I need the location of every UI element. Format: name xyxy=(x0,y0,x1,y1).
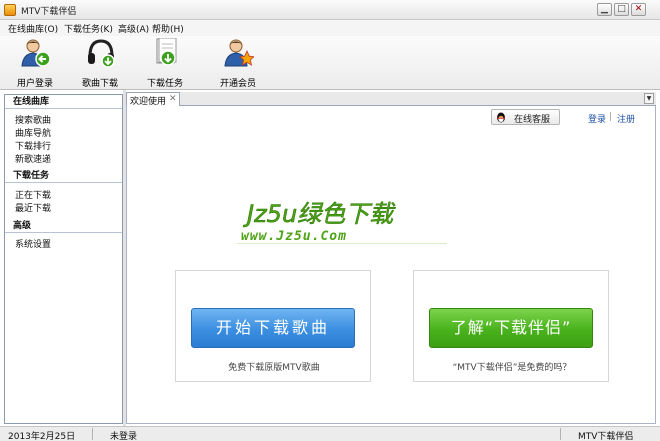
menu-online-library[interactable]: 在线曲库(O) xyxy=(8,22,58,35)
download-task-button[interactable]: 下载任务 xyxy=(137,38,193,89)
status-app-name: MTV下载伴侣 xyxy=(578,432,634,441)
logo-underline xyxy=(237,243,447,244)
tab-welcome[interactable]: 欢迎使用 ✕ xyxy=(126,92,180,107)
title-bar: MTV下载伴侣 ▁ □ ✕ xyxy=(0,0,660,20)
start-download-button[interactable]: 开始下载歌曲 xyxy=(191,308,355,348)
download-task-icon xyxy=(156,38,177,66)
customer-service-button[interactable]: 在线客服 xyxy=(491,109,560,125)
menu-bar: 在线曲库(O) 下载任务(K) 高级(A) 帮助(H) xyxy=(0,20,660,36)
menu-advanced[interactable]: 高级(A) xyxy=(118,22,149,35)
tab-close-icon[interactable]: ✕ xyxy=(169,94,177,104)
menu-download-tasks[interactable]: 下载任务(K) xyxy=(64,22,113,35)
about-note[interactable]: “MTV下载伴侣”是免费的吗？ xyxy=(414,360,610,373)
sidebar-item-new-songs[interactable]: 新歌速递 xyxy=(15,152,51,165)
sidebar-item-system-settings[interactable]: 系统设置 xyxy=(15,237,51,250)
headphones-icon xyxy=(88,39,115,68)
sidebar-section-online-library[interactable]: 在线曲库 xyxy=(5,95,122,109)
user-login-label: 用户登录 xyxy=(16,79,53,89)
logo-text: Jz5u绿色下载 xyxy=(243,200,396,228)
start-download-note: 免费下载原版MTV歌曲 xyxy=(228,363,320,373)
customer-service-label: 在线客服 xyxy=(514,115,551,125)
song-download-button[interactable]: 歌曲下载 xyxy=(72,38,128,89)
app-icon xyxy=(4,4,16,16)
register-link[interactable]: 注册 xyxy=(617,112,635,125)
jz5u-logo: Jz5u绿色下载 xyxy=(243,200,396,229)
menu-help[interactable]: 帮助(H) xyxy=(152,22,184,35)
tab-list-dropdown[interactable]: ▼ xyxy=(644,93,654,104)
qq-penguin-icon xyxy=(497,112,505,123)
close-button[interactable]: ✕ xyxy=(631,3,646,16)
toolbar: 用户登录 歌曲下载 下载任务 开通会员 xyxy=(0,36,660,90)
minimize-button[interactable]: ▁ xyxy=(597,3,612,16)
status-date: 2013年2月25日 xyxy=(8,432,76,441)
sidebar-item-downloading[interactable]: 正在下载 xyxy=(15,188,51,201)
status-divider xyxy=(560,428,561,440)
vip-member-label: 开通会员 xyxy=(219,79,256,89)
sidebar-item-search-songs[interactable]: 搜索歌曲 xyxy=(15,113,51,126)
status-bar: 2013年2月25日 未登录 MTV下载伴侣 xyxy=(0,426,660,441)
login-link[interactable]: 登录 xyxy=(588,112,606,125)
start-download-panel: 开始下载歌曲 免费下载原版MTV歌曲 xyxy=(175,270,371,382)
status-divider xyxy=(92,428,93,440)
sidebar-section-download-tasks[interactable]: 下载任务 xyxy=(5,169,122,183)
download-task-label: 下载任务 xyxy=(146,79,183,89)
sidebar-item-library-nav[interactable]: 曲库导航 xyxy=(15,126,51,139)
sidebar-section-advanced[interactable]: 高级 xyxy=(5,219,122,233)
about-button[interactable]: 了解“下载伴侣” xyxy=(429,308,593,348)
user-login-icon xyxy=(21,39,51,67)
maximize-button[interactable]: □ xyxy=(614,3,629,16)
user-login-button[interactable]: 用户登录 xyxy=(7,38,63,89)
status-login-state: 未登录 xyxy=(110,432,138,441)
sidebar-item-recent-downloads[interactable]: 最近下载 xyxy=(15,201,51,214)
tab-strip: 欢迎使用 ✕ ▼ xyxy=(126,92,656,107)
about-panel: 了解“下载伴侣” “MTV下载伴侣”是免费的吗？ xyxy=(413,270,609,382)
window-title: MTV下载伴侣 xyxy=(21,7,77,17)
song-download-label: 歌曲下载 xyxy=(81,79,118,89)
vip-member-button[interactable]: 开通会员 xyxy=(210,38,266,89)
link-separator: | xyxy=(609,112,613,122)
sidebar-item-download-ranking[interactable]: 下载排行 xyxy=(15,139,51,152)
vip-member-icon xyxy=(224,39,254,67)
welcome-page: 在线客服 登录 | 注册 Jz5u绿色下载 www.Jz5u.Com 开始下载歌… xyxy=(126,106,656,424)
logo-url: www.Jz5u.Com xyxy=(241,229,347,244)
sidebar: 在线曲库 搜索歌曲 曲库导航 下载排行 新歌速递 下载任务 正在下载 最近下载 … xyxy=(4,94,123,424)
